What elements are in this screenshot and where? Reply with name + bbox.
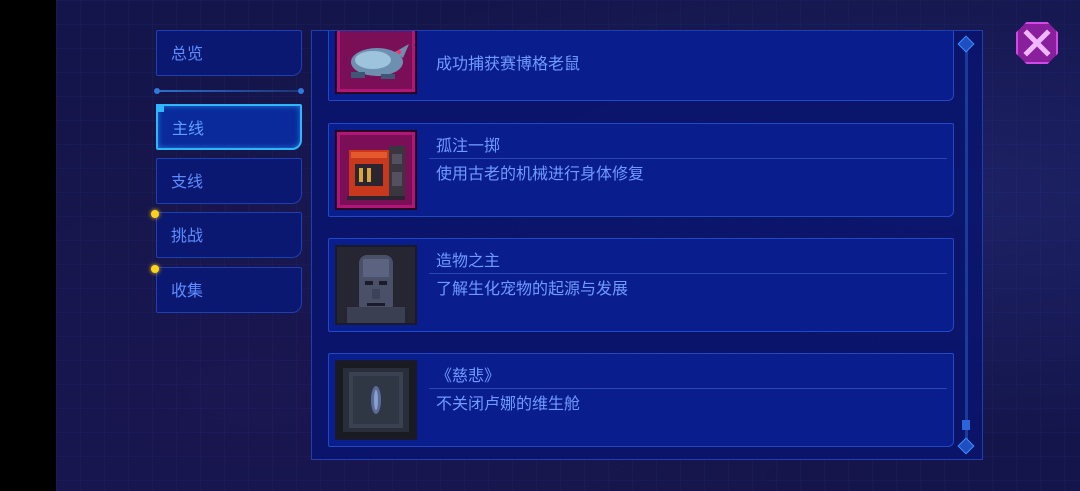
repair-machine-icon (335, 130, 417, 210)
achievement-desc: 使用古老的机械进行身体修复 (436, 164, 645, 183)
tab-main-quest[interactable]: 主线 (156, 104, 302, 150)
close-button[interactable] (1016, 22, 1058, 64)
scrollbar-track[interactable] (965, 44, 968, 446)
tab-collection[interactable]: 收集 (156, 267, 302, 313)
close-icon (1023, 29, 1051, 57)
tab-collection-label: 收集 (171, 281, 204, 300)
tab-overview-label: 总览 (171, 44, 204, 63)
tab-challenge[interactable]: 挑战 (156, 212, 302, 258)
tab-challenge-label: 挑战 (171, 226, 204, 245)
challenge-notify-dot (151, 210, 159, 218)
left-letterbox (0, 0, 56, 491)
achievement-desc: 了解生化宠物的起源与发展 (436, 279, 629, 298)
tab-main-quest-label: 主线 (172, 119, 205, 138)
tab-side-quest-label: 支线 (171, 172, 204, 191)
tab-overview[interactable]: 总览 (156, 30, 302, 76)
achievement-title: 造物之主 (436, 251, 501, 270)
cyborg-rat-icon (335, 31, 417, 94)
achievement-desc: 成功捕获赛博格老鼠 (436, 54, 581, 73)
achievement-card[interactable]: 成功捕获赛博格老鼠 (328, 31, 954, 101)
achievement-card[interactable]: 造物之主 了解生化宠物的起源与发展 (328, 238, 954, 332)
card-divider (429, 388, 947, 389)
achievement-desc: 不关闭卢娜的维生舱 (436, 394, 581, 413)
achievement-list-panel[interactable]: 成功捕获赛博格老鼠 孤注一掷 使用古老的机械进行身体修复 造物之主 了解生化宠物… (311, 30, 983, 460)
achievement-card[interactable]: 孤注一掷 使用古老的机械进行身体修复 (328, 123, 954, 217)
tab-side-quest[interactable]: 支线 (156, 158, 302, 204)
achievement-title: 孤注一掷 (436, 136, 501, 155)
achievement-card[interactable]: 《慈悲》 不关闭卢娜的维生舱 (328, 353, 954, 447)
scrollbar-thumb[interactable] (962, 420, 970, 430)
life-pod-icon (335, 360, 417, 440)
card-divider (429, 158, 947, 159)
achievement-title: 《慈悲》 (436, 366, 501, 385)
android-face-icon (335, 245, 417, 325)
card-divider (429, 273, 947, 274)
collection-notify-dot (151, 265, 159, 273)
sidebar-divider (154, 88, 304, 94)
